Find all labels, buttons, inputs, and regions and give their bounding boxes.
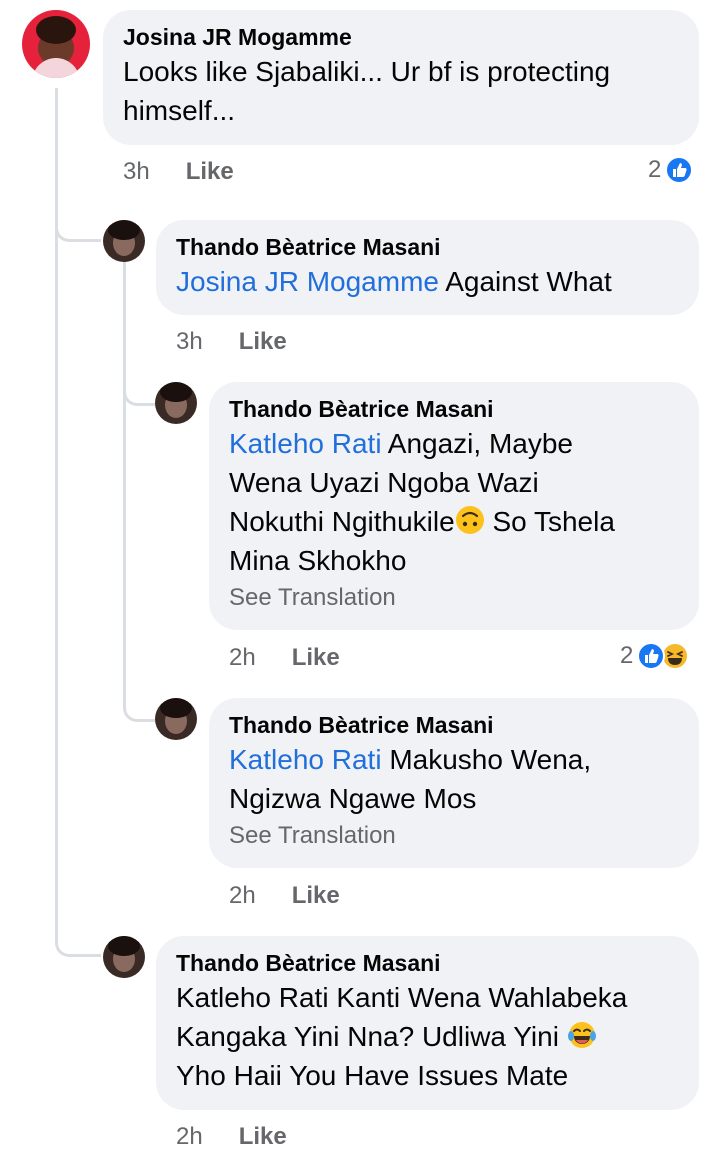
like-button[interactable]: Like — [186, 158, 234, 186]
like-button[interactable]: Like — [292, 644, 340, 672]
comment-meta: 3h Like — [123, 158, 234, 186]
comment-text: Katleho Rati Kanti Wena Wahlabeka Kangak… — [176, 982, 628, 1091]
like-icon — [665, 156, 694, 184]
comment-meta: 3h Like — [176, 328, 287, 356]
thread-connector — [123, 374, 155, 406]
timestamp[interactable]: 2h — [229, 882, 256, 910]
comment-meta: 2h Like — [229, 644, 340, 672]
comment-author[interactable]: Josina JR Mogamme — [123, 22, 679, 52]
comment-author[interactable]: Thando Bèatrice Masani — [176, 948, 679, 978]
thread-connector — [55, 925, 101, 957]
like-button[interactable]: Like — [292, 882, 340, 910]
see-translation-link[interactable]: See Translation — [229, 582, 679, 614]
like-button[interactable]: Like — [239, 328, 287, 356]
reaction-summary[interactable]: 2 — [620, 642, 690, 670]
see-translation-link[interactable]: See Translation — [229, 820, 679, 852]
avatar[interactable] — [103, 936, 145, 978]
comment-text: Looks like Sjabaliki... Ur bf is protect… — [123, 56, 611, 126]
timestamp[interactable]: 2h — [176, 1123, 203, 1151]
comment-bubble: Thando Bèatrice Masani Katleho Rati Kant… — [156, 936, 699, 1110]
tears-of-joy-icon — [567, 1022, 596, 1048]
reaction-count: 2 — [620, 642, 634, 669]
avatar[interactable] — [103, 220, 145, 262]
avatar[interactable] — [155, 382, 197, 424]
reaction-count: 2 — [648, 156, 662, 183]
like-icon — [637, 642, 666, 670]
timestamp[interactable]: 3h — [123, 158, 150, 186]
avatar[interactable] — [155, 698, 197, 740]
comment-meta: 2h Like — [176, 1123, 287, 1151]
comment-author[interactable]: Thando Bèatrice Masani — [229, 394, 679, 424]
comment-author[interactable]: Thando Bèatrice Masani — [176, 232, 679, 262]
mention-link[interactable]: Josina JR Mogamme — [176, 266, 439, 297]
comment-author[interactable]: Thando Bèatrice Masani — [229, 710, 679, 740]
comment-bubble: Josina JR Mogamme Looks like Sjabaliki..… — [103, 10, 699, 145]
comment-text: Katleho Rati Makusho Wena, Ngizwa Ngawe … — [229, 744, 592, 814]
like-button[interactable]: Like — [239, 1123, 287, 1151]
mention-link[interactable]: Katleho Rati — [229, 744, 382, 775]
comment-bubble: Thando Bèatrice Masani Katleho Rati Maku… — [209, 698, 699, 868]
mention-link[interactable]: Katleho Rati — [229, 428, 382, 459]
reaction-summary[interactable]: 2 — [648, 156, 694, 184]
comment-text: Katleho Rati Angazi, Maybe Wena Uyazi Ng… — [229, 428, 615, 576]
comment-meta: 2h Like — [229, 882, 340, 910]
timestamp[interactable]: 2h — [229, 644, 256, 672]
comment-text: Josina JR Mogamme Against What — [176, 266, 612, 297]
haha-icon — [661, 642, 690, 670]
comment-bubble: Thando Bèatrice Masani Katleho Rati Anga… — [209, 382, 699, 630]
avatar[interactable] — [22, 10, 90, 78]
thread-line-reply — [123, 262, 126, 692]
thread-connector — [123, 690, 155, 722]
upside-down-face-icon — [455, 506, 484, 534]
comment-bubble: Thando Bèatrice Masani Josina JR Mogamme… — [156, 220, 699, 315]
timestamp[interactable]: 3h — [176, 328, 203, 356]
thread-connector — [55, 210, 101, 242]
